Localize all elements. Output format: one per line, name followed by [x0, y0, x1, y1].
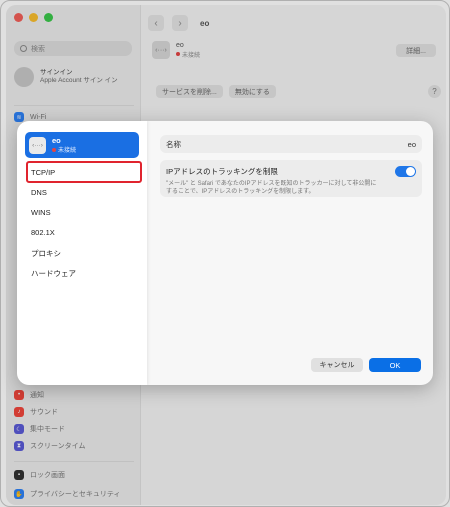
selected-service[interactable]: ‹···› eo 未接続 — [25, 132, 139, 158]
dialog-service-status-text: 未接続 — [58, 148, 77, 154]
tracking-description: "メール" と Safari であなたのIPアドレスを既知のトラッカーに対して非… — [166, 181, 377, 195]
tab-proxies[interactable]: プロキシ — [31, 248, 61, 259]
name-value[interactable]: eo — [408, 140, 416, 149]
status-dot-icon — [52, 147, 56, 152]
ok-button[interactable]: OK — [369, 358, 421, 372]
tab-8021x[interactable]: 802.1X — [31, 228, 55, 237]
tab-wins[interactable]: WINS — [31, 208, 51, 217]
dialog-service-name: eo — [52, 136, 61, 145]
tab-dns[interactable]: DNS — [31, 188, 47, 197]
name-row: 名称 eo — [160, 135, 422, 153]
tab-tcpip[interactable]: TCP/IP — [31, 168, 55, 177]
settings-panel: 名称 eo IPアドレスのトラッキングを制限 "メール" と Safari であ… — [160, 135, 422, 197]
cancel-button[interactable]: キャンセル — [311, 358, 363, 372]
tracking-toggle[interactable] — [395, 166, 416, 177]
name-label: 名称 — [166, 139, 181, 149]
network-service-icon: ‹···› — [29, 136, 46, 154]
tab-hardware[interactable]: ハードウェア — [31, 268, 76, 279]
tracking-row: IPアドレスのトラッキングを制限 "メール" と Safari であなたのIPア… — [160, 160, 422, 197]
dialog-sidebar: ‹···› eo 未接続 TCP/IP DNS WINS 802.1X プロキシ… — [17, 121, 147, 385]
toggle-knob — [406, 167, 415, 176]
tracking-title: IPアドレスのトラッキングを制限 — [166, 167, 278, 176]
dialog-service-status: 未接続 — [52, 145, 76, 154]
service-details-dialog: ‹···› eo 未接続 TCP/IP DNS WINS 802.1X プロキシ… — [17, 121, 433, 385]
